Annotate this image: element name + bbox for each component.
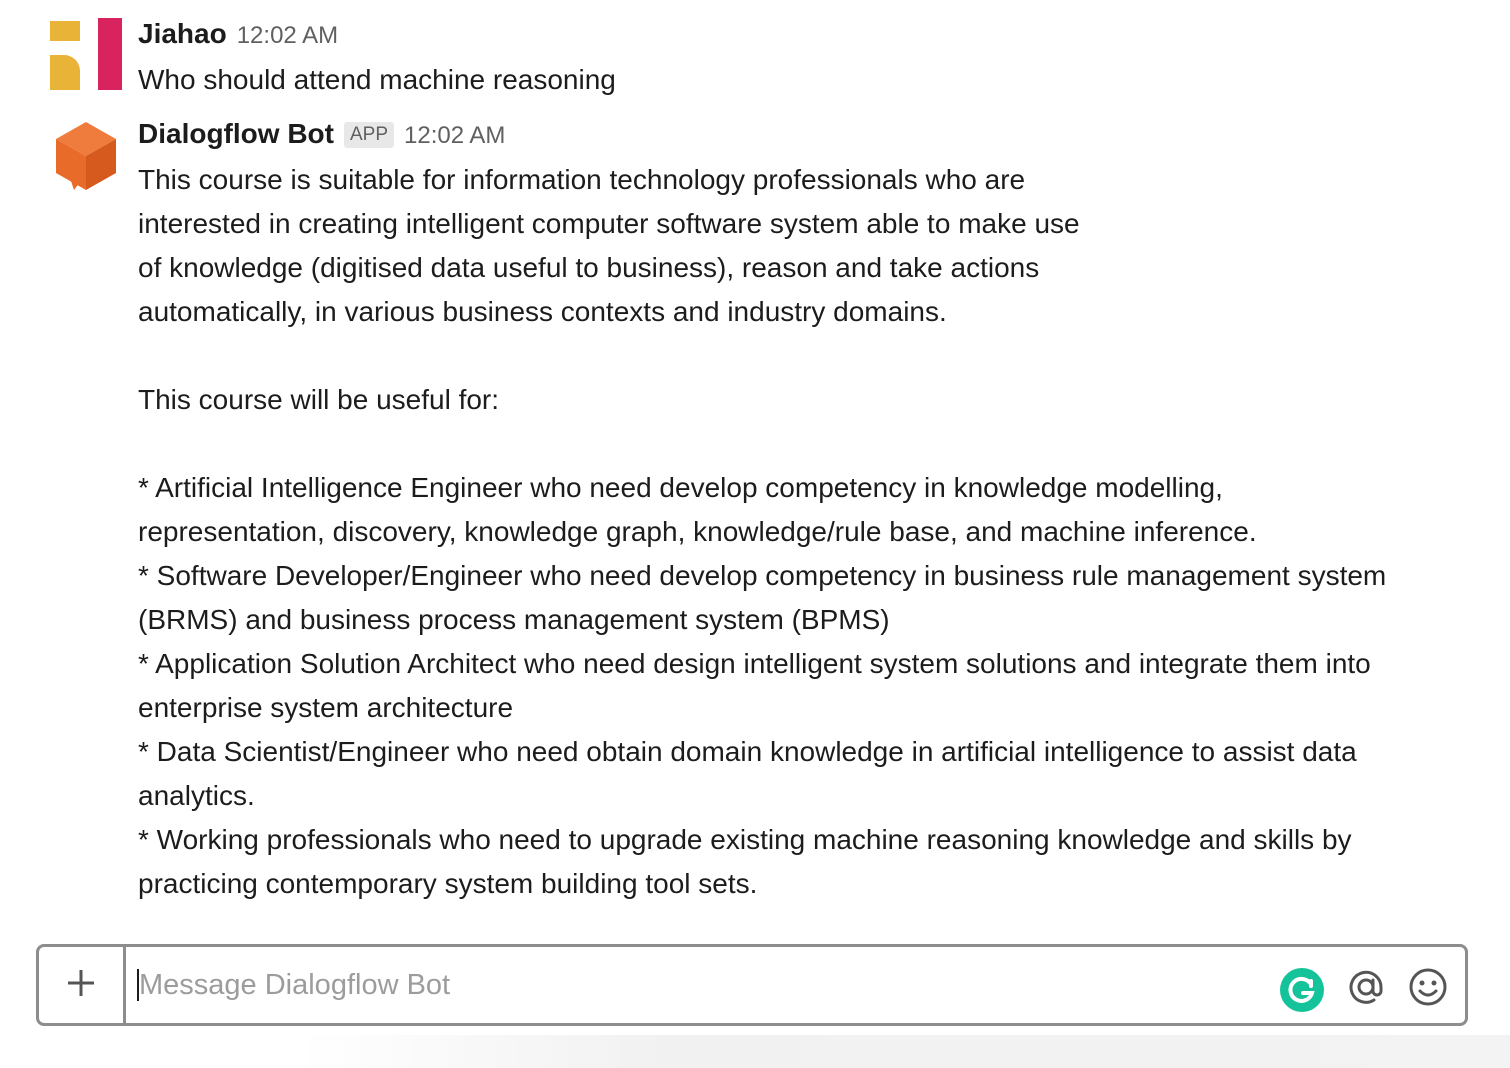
dialogflow-bot-avatar[interactable] (50, 120, 122, 192)
attach-button[interactable] (39, 947, 126, 1023)
message-time[interactable]: 12:02 AM (404, 122, 505, 150)
emoji-icon[interactable] (1407, 966, 1449, 1008)
message-text: This course is suitable for information … (138, 164, 1387, 899)
plus-icon (65, 967, 97, 1004)
grammarly-icon[interactable] (1279, 967, 1325, 1013)
sender-name[interactable]: Dialogflow Bot (138, 118, 334, 150)
jiahao-avatar[interactable] (50, 18, 122, 91)
message-composer: Message Dialogflow Bot (36, 944, 1468, 1026)
sender-name[interactable]: Jiahao (138, 18, 227, 50)
message-input-placeholder: Message Dialogflow Bot (139, 968, 451, 1001)
at-icon[interactable] (1345, 966, 1387, 1008)
message-text: Who should attend machine reasoning (138, 64, 616, 95)
app-badge: APP (343, 122, 395, 148)
bottom-shadow (300, 1035, 1510, 1068)
message-time[interactable]: 12:02 AM (237, 22, 338, 50)
message-input[interactable]: Message Dialogflow Bot (137, 947, 1257, 1023)
